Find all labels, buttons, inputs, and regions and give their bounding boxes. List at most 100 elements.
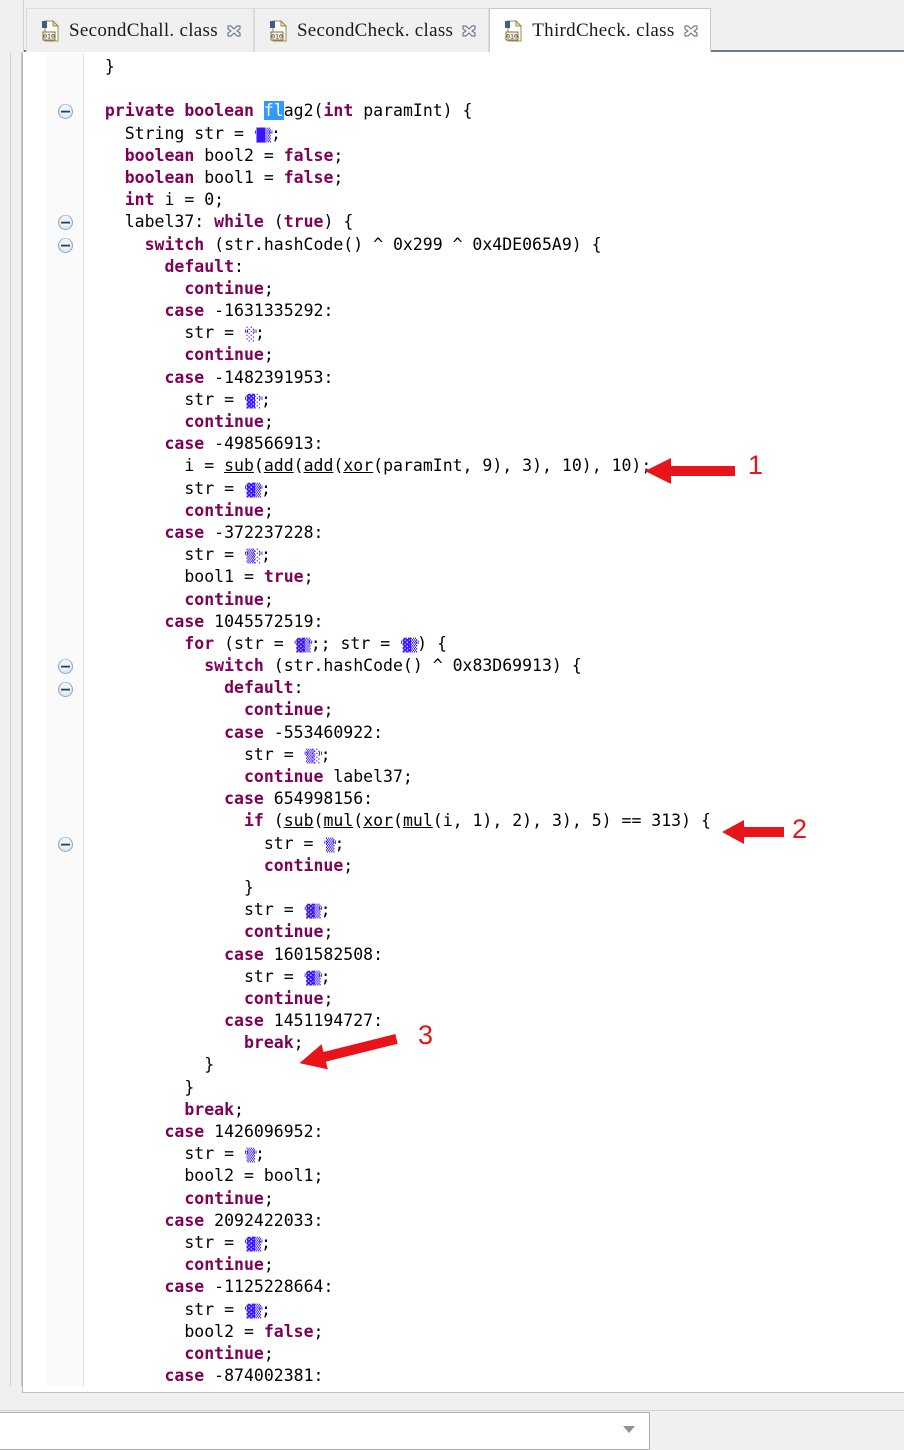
editor-frame: } private boolean flag2(int paramInt) { … — [22, 52, 904, 1387]
code-line[interactable]: continue; — [85, 500, 711, 522]
code-line[interactable]: case 2092422033: — [85, 1210, 711, 1232]
code-line[interactable]: case -553460922: — [85, 722, 711, 744]
code-line[interactable]: String str = "█▒"; — [85, 123, 711, 145]
folding-gutter[interactable] — [46, 53, 84, 1387]
close-icon[interactable] — [227, 24, 241, 38]
code-line[interactable]: str = "▒"; — [85, 1143, 711, 1165]
editor-tab-1[interactable]: 010 SecondCheck. class — [253, 8, 490, 52]
close-icon[interactable] — [462, 24, 476, 38]
code-line[interactable]: case -1631335292: — [85, 300, 711, 322]
code-line[interactable]: for (str = "▓▒";; str = "▓▒") { — [85, 633, 711, 655]
code-line[interactable] — [85, 78, 711, 100]
code-line[interactable]: str = "▓▒"; — [85, 1232, 711, 1254]
code-line[interactable]: continue; — [85, 699, 711, 721]
code-line[interactable]: str = "▓▒"; — [85, 1299, 711, 1321]
code-line[interactable]: continue; — [85, 1254, 711, 1276]
editor-tab-0[interactable]: 010 SecondChall. class — [26, 8, 254, 52]
code-line[interactable]: continue; — [85, 278, 711, 300]
code-line[interactable]: if (sub(mul(xor(mul(i, 1), 2), 3), 5) ==… — [85, 810, 711, 832]
obfuscated-string-literal: "▒" — [243, 1148, 258, 1164]
code-line[interactable]: default: — [85, 256, 711, 278]
code-token: ( — [263, 811, 284, 831]
class-file-editor-window: 010 SecondChall. class 010 SecondCheck. … — [0, 0, 904, 1450]
fold-toggle-icon[interactable] — [57, 681, 74, 698]
code-line[interactable]: private boolean flag2(int paramInt) { — [85, 100, 711, 122]
code-line[interactable]: str = "▓▒"; — [85, 966, 711, 988]
code-line[interactable]: continue; — [85, 921, 711, 943]
code-line[interactable]: str = "░"; — [85, 322, 711, 344]
fold-toggle-icon[interactable] — [57, 214, 74, 231]
code-keyword: continue — [184, 1188, 264, 1208]
fold-toggle-icon[interactable] — [57, 658, 74, 675]
code-line[interactable]: continue; — [85, 344, 711, 366]
code-line[interactable]: switch (str.hashCode() ^ 0x83D69913) { — [85, 655, 711, 677]
code-line[interactable]: continue label37; — [85, 766, 711, 788]
code-keyword: continue — [184, 345, 264, 365]
code-line[interactable]: default: — [85, 677, 711, 699]
code-line[interactable]: case -498566913: — [85, 433, 711, 455]
code-line[interactable]: bool1 = true; — [85, 566, 711, 588]
chevron-down-icon[interactable] — [623, 1426, 635, 1433]
code-line[interactable]: boolean bool1 = false; — [85, 167, 711, 189]
code-viewport[interactable]: } private boolean flag2(int paramInt) { … — [85, 53, 904, 1387]
code-line[interactable]: continue; — [85, 855, 711, 877]
code-line[interactable]: break; — [85, 1099, 711, 1121]
fold-toggle-icon[interactable] — [57, 237, 74, 254]
code-token: ( — [393, 811, 403, 831]
code-line[interactable]: } — [85, 877, 711, 899]
code-token: 1601582508: — [263, 944, 384, 964]
code-method-ref: sub — [283, 811, 314, 831]
code-line[interactable]: case 1601582508: — [85, 944, 711, 966]
code-line[interactable]: boolean bool2 = false; — [85, 145, 711, 167]
code-keyword: if — [243, 811, 264, 831]
code-line[interactable]: bool2 = bool1; — [85, 1165, 711, 1187]
code-line[interactable]: continue; — [85, 988, 711, 1010]
code-line[interactable]: str = "▒"; — [85, 833, 711, 855]
code-line[interactable]: continue; — [85, 1188, 711, 1210]
code-line[interactable]: str = "▓▒"; — [85, 478, 711, 500]
code-line[interactable]: } — [85, 1077, 711, 1099]
code-line[interactable]: str = "▒░"; — [85, 744, 711, 766]
code-line[interactable]: int i = 0; — [85, 189, 711, 211]
code-line[interactable]: case -874002381: — [85, 1365, 711, 1387]
code-line[interactable]: case 654998156: — [85, 788, 711, 810]
code-token: 2092422033: — [204, 1210, 324, 1230]
code-line[interactable]: i = sub(add(add(xor(paramInt, 9), 3), 10… — [85, 455, 711, 477]
editor-tab-2[interactable]: 010 ThirdCheck. class — [489, 8, 711, 52]
code-line[interactable]: case -1482391953: — [85, 367, 711, 389]
code-line[interactable]: str = "▓▒"; — [85, 899, 711, 921]
code-line[interactable]: } — [85, 56, 711, 78]
search-input[interactable] — [8, 1420, 608, 1442]
source-code[interactable]: } private boolean flag2(int paramInt) { … — [85, 53, 711, 1387]
code-line[interactable]: case 1045572519: — [85, 611, 711, 633]
fold-toggle-icon[interactable] — [57, 103, 74, 120]
code-line[interactable]: case 1426096952: — [85, 1121, 711, 1143]
code-line[interactable]: label37: while (true) { — [85, 211, 711, 233]
obfuscated-string-literal: "▓▒" — [400, 637, 420, 653]
code-line[interactable]: continue; — [85, 589, 711, 611]
close-icon[interactable] — [683, 24, 698, 38]
code-keyword: boolean — [124, 167, 195, 187]
code-line[interactable]: str = "▓░"; — [85, 389, 711, 411]
code-line[interactable]: bool2 = false; — [85, 1321, 711, 1343]
fold-toggle-icon[interactable] — [57, 836, 74, 853]
search-input-wrapper[interactable] — [0, 1412, 650, 1450]
code-line[interactable]: switch (str.hashCode() ^ 0x299 ^ 0x4DE06… — [85, 234, 711, 256]
code-line[interactable]: case -1125228664: — [85, 1276, 711, 1298]
code-line[interactable]: case -372237228: — [85, 522, 711, 544]
code-line[interactable]: str = "▒░"; — [85, 544, 711, 566]
code-line[interactable]: continue; — [85, 411, 711, 433]
code-line[interactable]: continue; — [85, 1343, 711, 1365]
code-token: str = — [184, 478, 244, 498]
